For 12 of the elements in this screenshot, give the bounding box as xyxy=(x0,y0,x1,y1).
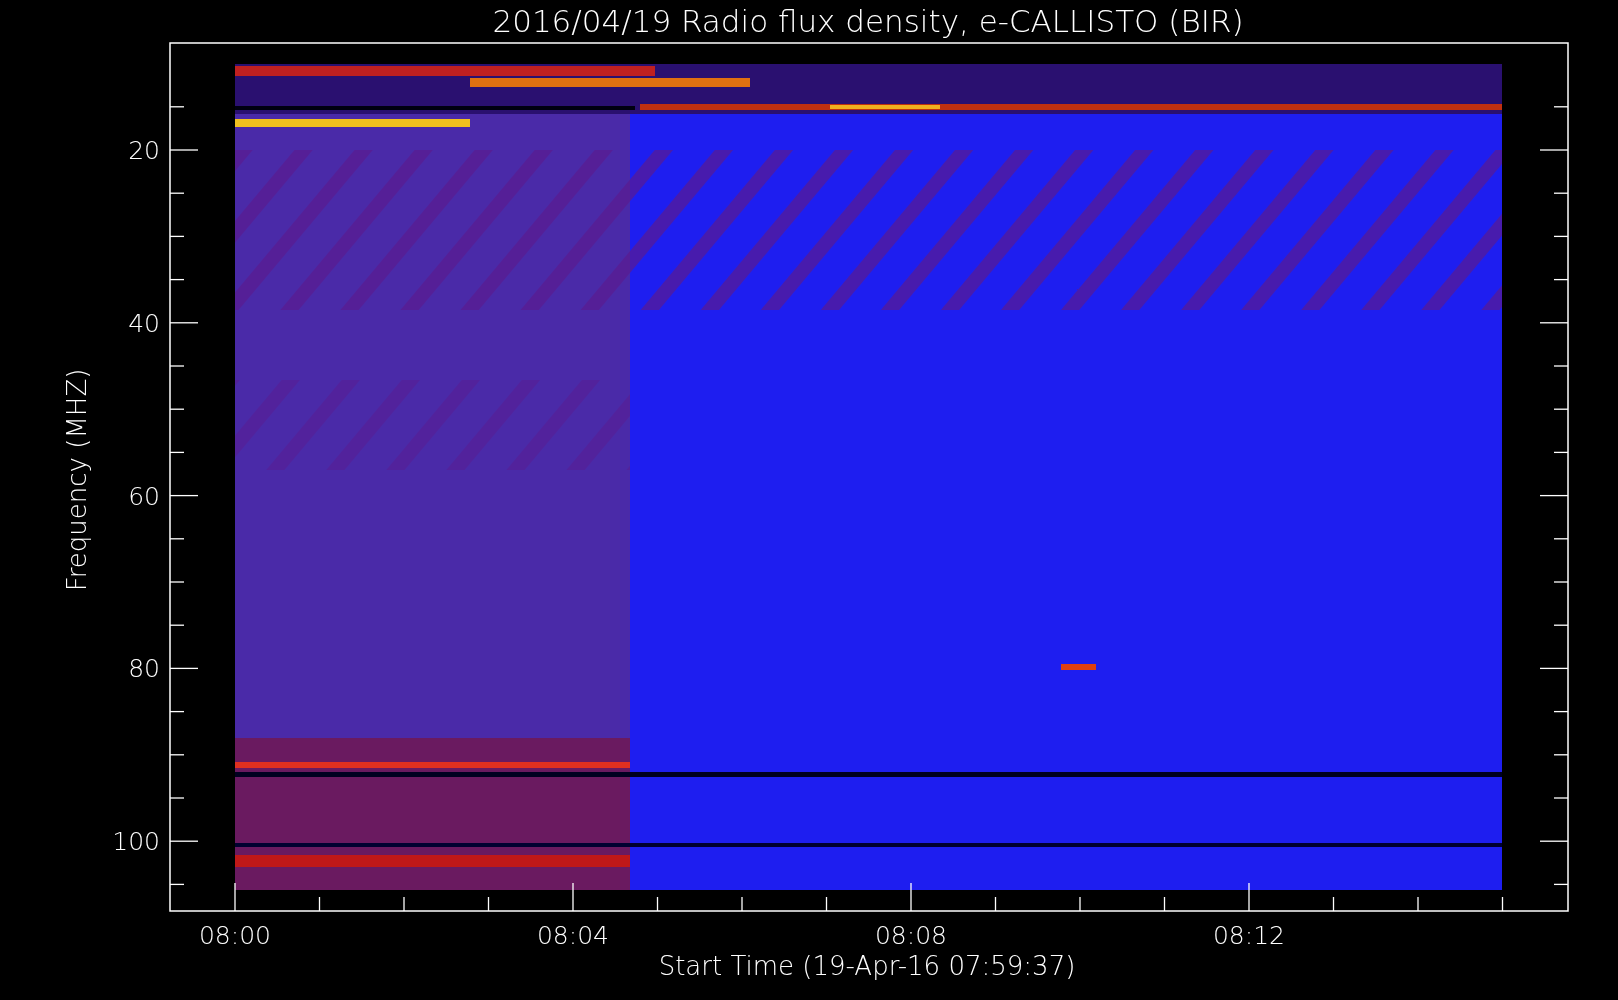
x-tick-label: 08:04 xyxy=(537,921,609,950)
y-tick-label: 40 xyxy=(128,308,160,338)
y-tick-label: 20 xyxy=(128,136,160,165)
x-axis-label: Start Time (19-Apr-16 07:59:37) xyxy=(658,951,1076,981)
x-tick-label: 08:00 xyxy=(199,921,271,950)
y-tick-label: 80 xyxy=(128,654,160,684)
chart-title: 2016/04/19 Radio flux density, e-CALLISTO (BIR) xyxy=(492,3,1244,39)
y-tick-label: 60 xyxy=(128,481,160,511)
y-tick-label: 100 xyxy=(112,827,160,857)
y-axis-label: Frequency (MHZ) xyxy=(62,368,92,592)
x-tick-label: 08:12 xyxy=(1213,921,1285,950)
x-tick-label: 08:08 xyxy=(875,921,947,950)
